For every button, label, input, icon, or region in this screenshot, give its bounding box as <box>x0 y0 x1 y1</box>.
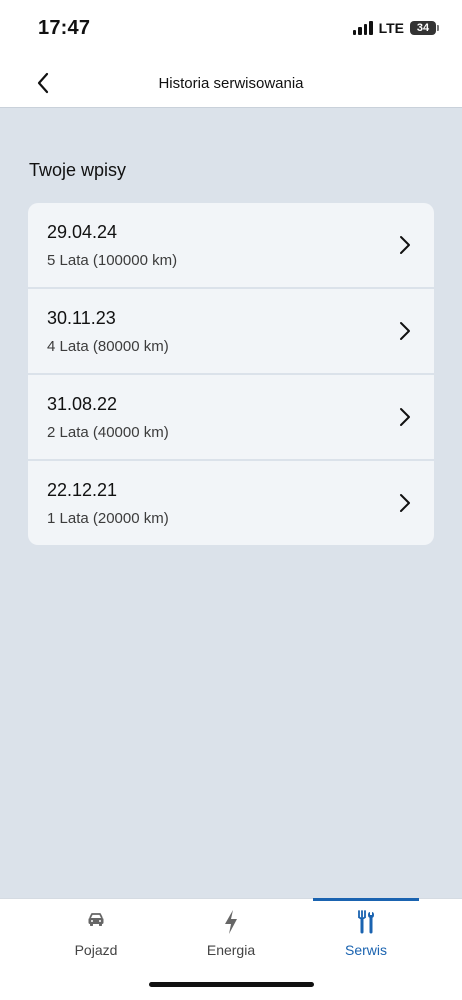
tab-label: Serwis <box>344 942 387 958</box>
entry-detail: 2 Lata (40000 km) <box>47 424 169 441</box>
battery-level: 34 <box>416 22 430 34</box>
tab-serwis[interactable]: Serwis <box>289 899 443 969</box>
entry-date: 29.04.24 <box>47 222 118 242</box>
entry-date: 22.12.21 <box>47 480 118 500</box>
status-bar: 17:47 LTE 34 <box>0 0 462 58</box>
network-type: LTE <box>378 20 404 36</box>
nav-header: Historia serwisowania <box>0 58 462 108</box>
tab-label: Energia <box>206 942 256 958</box>
entry-detail: 5 Lata (100000 km) <box>47 252 178 269</box>
tools-icon <box>357 910 374 934</box>
lightning-icon <box>225 910 237 934</box>
tab-energia[interactable]: Energia <box>154 899 308 969</box>
entry-detail: 1 Lata (20000 km) <box>47 510 169 527</box>
service-entry[interactable]: 31.08.22 2 Lata (40000 km) <box>28 375 434 461</box>
entry-date: 30.11.23 <box>47 308 116 328</box>
section-title: Twoje wpisy <box>29 160 127 180</box>
service-entry[interactable]: 30.11.23 4 Lata (80000 km) <box>28 289 434 375</box>
page-title: Historia serwisowania <box>158 75 304 92</box>
chevron-right-icon <box>400 494 410 512</box>
entry-detail: 4 Lata (80000 km) <box>47 338 169 355</box>
status-indicators: LTE 34 <box>352 20 439 36</box>
home-indicator <box>149 982 314 987</box>
chevron-right-icon <box>400 236 410 254</box>
tab-label: Pojazd <box>74 942 118 958</box>
chevron-right-icon <box>400 322 410 340</box>
entry-date: 31.08.22 <box>47 394 118 414</box>
tab-pojazd[interactable]: Pojazd <box>19 899 173 969</box>
signal-icon <box>352 21 373 35</box>
chevron-right-icon <box>400 408 410 426</box>
service-entry[interactable]: 29.04.24 5 Lata (100000 km) <box>28 203 434 289</box>
service-entries-list: 29.04.24 5 Lata (100000 km) 30.11.23 4 L… <box>28 203 434 545</box>
service-entry[interactable]: 22.12.21 1 Lata (20000 km) <box>28 461 434 545</box>
battery-icon: 34 <box>410 21 439 35</box>
car-icon <box>88 913 104 926</box>
status-time: 17:47 <box>38 17 91 39</box>
